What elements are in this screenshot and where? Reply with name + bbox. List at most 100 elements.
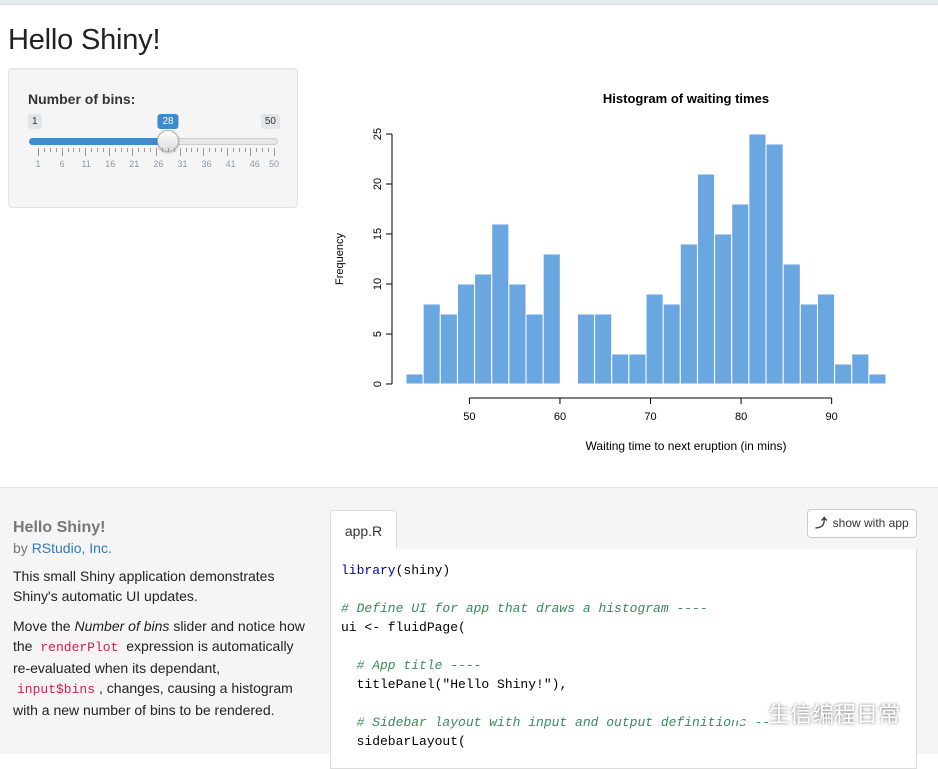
slider-tick bbox=[38, 148, 39, 156]
slider-tick bbox=[203, 148, 205, 156]
slider-tick-label: 41 bbox=[225, 159, 236, 169]
histogram-bar bbox=[816, 293, 836, 385]
code-panel: library(shiny) # Define UI for app that … bbox=[330, 549, 917, 769]
code-renderplot: renderPlot bbox=[36, 639, 123, 656]
author-link[interactable]: RStudio, Inc. bbox=[32, 540, 112, 556]
show-with-app-label: show with app bbox=[832, 516, 909, 530]
show-with-app-button[interactable]: ⤴ show with app bbox=[807, 509, 917, 538]
slider-tick bbox=[126, 148, 128, 152]
slider-tick bbox=[91, 148, 93, 152]
slider-max-label: 50 bbox=[260, 114, 280, 129]
bins-slider[interactable]: 1 50 28 1 6 11 16 21 26 31 36 41 46 50 bbox=[28, 114, 280, 194]
slider-tick bbox=[108, 148, 110, 156]
histogram-bar bbox=[542, 253, 561, 385]
about-byline: by RStudio, Inc. bbox=[13, 538, 313, 558]
about-title: Hello Shiny! bbox=[13, 519, 106, 536]
slider-tick bbox=[191, 148, 193, 152]
histogram-bar bbox=[851, 353, 870, 385]
slider-tick bbox=[197, 148, 199, 152]
slider-tick-label: 16 bbox=[105, 159, 116, 169]
p2-text-a: Move the bbox=[13, 618, 71, 634]
histogram-bar bbox=[456, 283, 476, 385]
slider-tick bbox=[215, 148, 216, 152]
slider-tick bbox=[73, 148, 75, 152]
histogram-bar bbox=[576, 313, 596, 385]
slider-tick bbox=[238, 148, 240, 152]
code-line-titlepanel-a: titlePanel( bbox=[341, 677, 443, 692]
slider-tick bbox=[268, 148, 270, 152]
p2-emphasis: Number of bins bbox=[74, 618, 170, 634]
x-axis-label: Waiting time to next eruption (in mins) bbox=[586, 439, 787, 453]
slider-tick bbox=[79, 148, 81, 152]
slider-tick bbox=[256, 148, 258, 152]
y-tick-label: 5 bbox=[372, 331, 384, 337]
slider-tick-label: 46 bbox=[249, 159, 260, 169]
y-tick-label: 0 bbox=[372, 381, 384, 387]
slider-tick bbox=[67, 148, 69, 152]
slider-tick bbox=[97, 148, 98, 152]
x-tick-label: 80 bbox=[735, 411, 747, 423]
slider-tick bbox=[173, 148, 175, 152]
histogram-bar bbox=[405, 373, 424, 385]
watermark: 生信编程日常 bbox=[724, 696, 900, 730]
slider-tick bbox=[262, 148, 264, 152]
slider-fill bbox=[29, 138, 169, 145]
histogram-bar bbox=[594, 313, 613, 385]
slider-tick bbox=[179, 148, 181, 156]
code-line-titlepanel-str: "Hello Shiny!" bbox=[442, 677, 552, 692]
slider-tick bbox=[185, 148, 187, 152]
slider-tick bbox=[120, 148, 122, 152]
slider-tick-label: 36 bbox=[201, 159, 212, 169]
slider-tick-label: 26 bbox=[153, 159, 164, 169]
slider-tick bbox=[167, 148, 169, 152]
about-paragraph-2: Move the Number of bins slider and notic… bbox=[13, 616, 313, 720]
about-paragraph-1: This small Shiny application demonstrate… bbox=[13, 568, 275, 604]
histogram-bar bbox=[662, 303, 681, 385]
tab-app-r[interactable]: app.R bbox=[330, 510, 397, 550]
code-line-1-rest: (shiny) bbox=[395, 563, 451, 578]
slider-tick-label: 31 bbox=[177, 159, 188, 169]
code-line-ui: ui <- fluidPage( bbox=[341, 620, 466, 635]
x-tick-label: 50 bbox=[463, 411, 475, 423]
slider-value-badge: 28 bbox=[157, 114, 179, 129]
histogram-bar bbox=[474, 273, 493, 385]
slider-tick-label: 21 bbox=[129, 159, 140, 169]
chart-title: Histogram of waiting times bbox=[603, 91, 769, 106]
y-tick-label: 15 bbox=[372, 228, 384, 240]
slider-tick bbox=[144, 148, 146, 152]
histogram-bar bbox=[508, 283, 527, 385]
x-tick-label: 60 bbox=[554, 411, 566, 423]
slider-tick bbox=[102, 148, 104, 152]
code-comment-title: # App title ---- bbox=[341, 658, 482, 673]
histogram-bar bbox=[422, 303, 441, 385]
slider-tick-label: 1 bbox=[35, 159, 41, 169]
code-fn-library: library bbox=[341, 563, 396, 578]
slider-tick-label: 6 bbox=[59, 159, 65, 169]
slider-label: Number of bins: bbox=[28, 91, 136, 107]
page-title: Hello Shiny! bbox=[8, 24, 161, 56]
slider-tick bbox=[150, 148, 152, 152]
slider-tick bbox=[132, 148, 134, 156]
sidebar-panel: Number of bins: 1 50 28 1 6 11 16 21 26 31 36 41… bbox=[8, 68, 298, 208]
code-comment-sidebar: # Sidebar layout with input and output d… bbox=[341, 715, 786, 730]
histogram-bar bbox=[765, 143, 784, 385]
slider-ticks: 1 6 11 16 21 26 31 36 41 46 50 bbox=[28, 148, 280, 178]
slider-tick bbox=[49, 148, 51, 152]
wechat-icon bbox=[725, 701, 756, 724]
y-tick-label: 25 bbox=[372, 128, 384, 140]
slider-tick-label: 50 bbox=[268, 159, 280, 169]
histogram-bar bbox=[525, 313, 544, 385]
slider-tick bbox=[220, 148, 222, 152]
code-line-titlepanel-b: ), bbox=[551, 677, 568, 692]
y-tick-label: 20 bbox=[372, 178, 384, 190]
histogram-bar bbox=[679, 243, 698, 385]
slider-tick bbox=[61, 148, 63, 156]
histogram-bar bbox=[834, 363, 853, 385]
y-axis-label: Frequency bbox=[334, 233, 346, 285]
slider-tick-label: 11 bbox=[81, 159, 91, 169]
code-line-sidebarlayout: sidebarLayout( bbox=[341, 734, 466, 749]
histogram-bar bbox=[611, 353, 630, 385]
about-by-prefix: by bbox=[13, 540, 28, 556]
code-input-bins: input$bins bbox=[13, 681, 100, 698]
histogram-bar bbox=[868, 373, 887, 385]
